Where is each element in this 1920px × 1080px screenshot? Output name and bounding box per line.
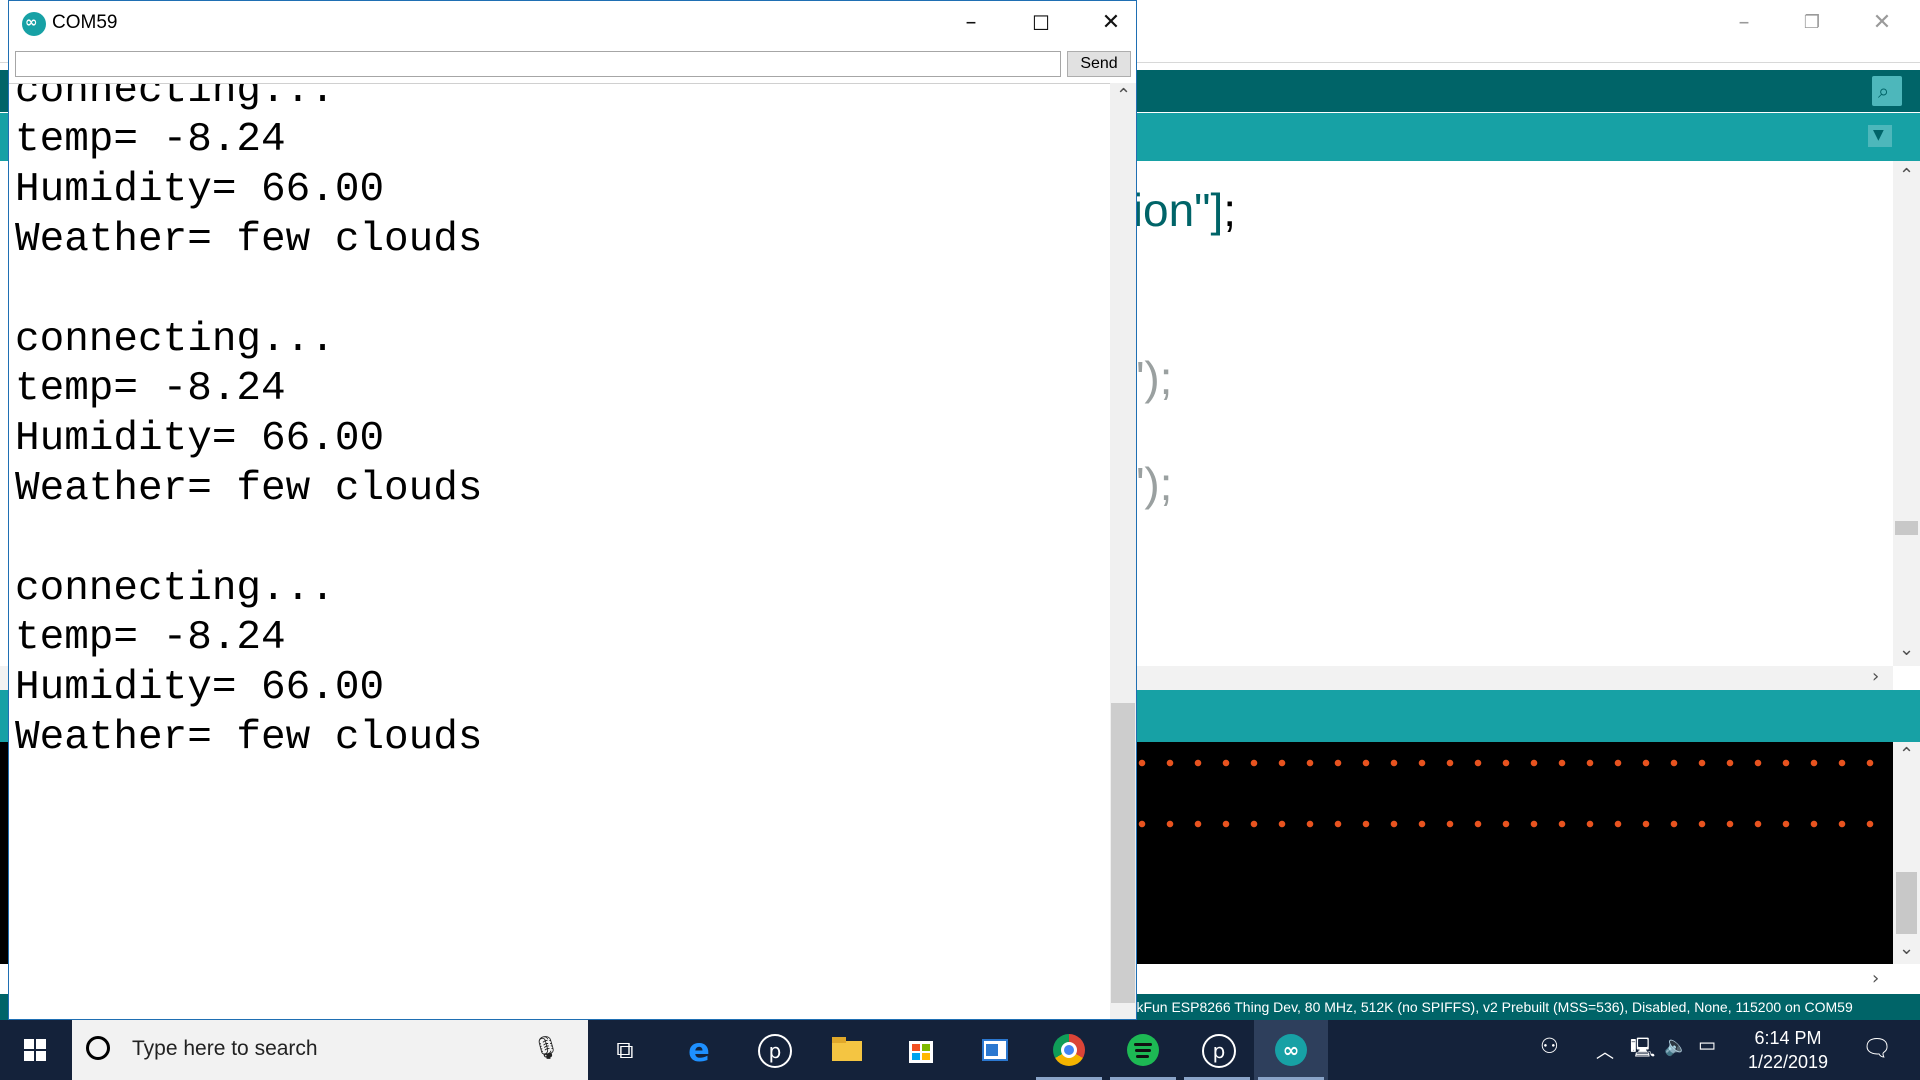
taskbar-app-spotify[interactable] [1106,1020,1180,1080]
serial-monitor-window: ∞ COM59 – ☐ ✕ Send connecting... temp= -… [8,0,1137,1020]
code-line: tion"]; [1120,183,1236,237]
scroll-up-icon[interactable]: ⌃ [1899,165,1914,186]
taskbar-app-pd-2[interactable]: p [1180,1020,1254,1080]
people-icon[interactable]: ⚇ [1540,1034,1559,1058]
output-line: temp= -8.24 [15,366,286,412]
scroll-down-icon[interactable]: ⌄ [1899,938,1914,959]
start-button[interactable] [0,1020,72,1080]
taskbar-app-edge[interactable]: e [662,1020,736,1080]
scroll-right-icon[interactable]: › [1872,968,1879,989]
microphone-icon[interactable]: 🎙 [532,1036,560,1061]
pd-app-icon: p [1202,1034,1236,1068]
network-icon[interactable]: 🖳 [1630,1034,1655,1066]
code-text: ; [1223,184,1237,236]
store-icon [903,1033,939,1067]
taskbar-app-chrome[interactable] [1032,1020,1106,1080]
scroll-thumb[interactable] [1896,872,1917,934]
output-line: Humidity= 66.00 [15,665,385,711]
magnifier-icon: ⌕ [1878,79,1890,103]
chevron-down-icon: ▼ [1873,127,1884,143]
scroll-up-icon[interactable]: ⌃ [1116,85,1131,106]
taskbar-app-store[interactable] [884,1020,958,1080]
close-button[interactable]: ✕ [1076,1,1136,45]
ide-close-button[interactable]: ✕ [1852,8,1912,38]
serial-output: connecting... temp= -8.24 Humidity= 66.0… [9,83,1110,1019]
show-hidden-icons-chevron-icon[interactable]: ︿ [1596,1038,1614,1064]
arduino-logo-icon: ∞ [22,12,46,36]
output-line: Weather= few clouds [15,466,483,512]
maximize-button[interactable]: ☐ [1006,1,1076,45]
scroll-thumb[interactable] [1111,703,1135,1003]
console-progress-dots [1128,820,1888,828]
clock-time: 6:14 PM [1754,1028,1822,1048]
news-icon [977,1033,1013,1067]
output-line: connecting... [15,566,335,612]
output-vertical-scrollbar[interactable]: ⌃ [1110,83,1136,1019]
scroll-up-icon[interactable]: ⌃ [1899,744,1914,765]
tab-menu-button[interactable]: ▼ [1868,125,1892,147]
console-progress-dots [1128,759,1888,767]
output-line: connecting... [15,317,335,363]
board-info: arkFun ESP8266 Thing Dev, 80 MHz, 512K (… [1124,999,1853,1015]
arduino-icon: ∞ [1273,1033,1309,1067]
cortana-icon [86,1036,110,1060]
editor-vertical-scrollbar[interactable]: ⌃ ⌄ [1893,161,1920,666]
chrome-icon [1051,1033,1087,1067]
console-vertical-scrollbar[interactable]: ⌃ ⌄ [1893,742,1920,964]
volume-icon[interactable]: 🔈 [1664,1034,1688,1057]
task-view-icon: ⧉ [616,1036,634,1064]
ide-restore-button[interactable]: ❐ [1782,8,1842,38]
battery-icon[interactable]: ▭ [1698,1034,1716,1056]
clock-date: 1/22/2019 [1747,1052,1829,1072]
spotify-icon [1125,1033,1161,1067]
taskbar-clock[interactable]: 6:14 PM 1/22/2019 [1738,1026,1838,1074]
serial-monitor-button[interactable]: ⌕ [1872,76,1902,106]
action-center-icon[interactable]: 🗨 [1862,1034,1892,1062]
output-line: Weather= few clouds [15,217,483,263]
serial-titlebar: ∞ COM59 – ☐ ✕ [9,1,1136,45]
output-line: temp= -8.24 [15,615,286,661]
window-title: COM59 [52,12,118,33]
search-placeholder: Type here to search [132,1037,318,1060]
taskbar-app-arduino[interactable]: ∞ [1254,1020,1328,1080]
send-button[interactable]: Send [1067,51,1131,77]
folder-icon [829,1033,865,1067]
taskbar-search[interactable]: Type here to search 🎙 [72,1020,588,1080]
pd-app-icon: p [758,1034,792,1068]
scroll-right-icon[interactable]: › [1872,666,1879,687]
taskbar: Type here to search 🎙 ⧉ e p p ∞ ⚇ ︿ 🖳 🔈 … [0,1020,1920,1080]
taskbar-app-news[interactable] [958,1020,1032,1080]
scroll-thumb[interactable] [1895,521,1918,535]
taskbar-app-file-explorer[interactable] [810,1020,884,1080]
taskbar-app-pd[interactable]: p [736,1020,810,1080]
ide-minimize-button[interactable]: – [1714,8,1774,38]
output-line: Humidity= 66.00 [15,167,385,213]
edge-icon: e [688,1031,710,1069]
output-line: temp= -8.24 [15,117,286,163]
output-line: Weather= few clouds [15,715,483,761]
output-line: connecting... [15,83,335,114]
minimize-button[interactable]: – [936,1,1006,45]
serial-input[interactable] [15,51,1061,77]
scroll-down-icon[interactable]: ⌄ [1899,639,1914,660]
task-view-button[interactable]: ⧉ [588,1020,662,1080]
output-line: Humidity= 66.00 [15,416,385,462]
